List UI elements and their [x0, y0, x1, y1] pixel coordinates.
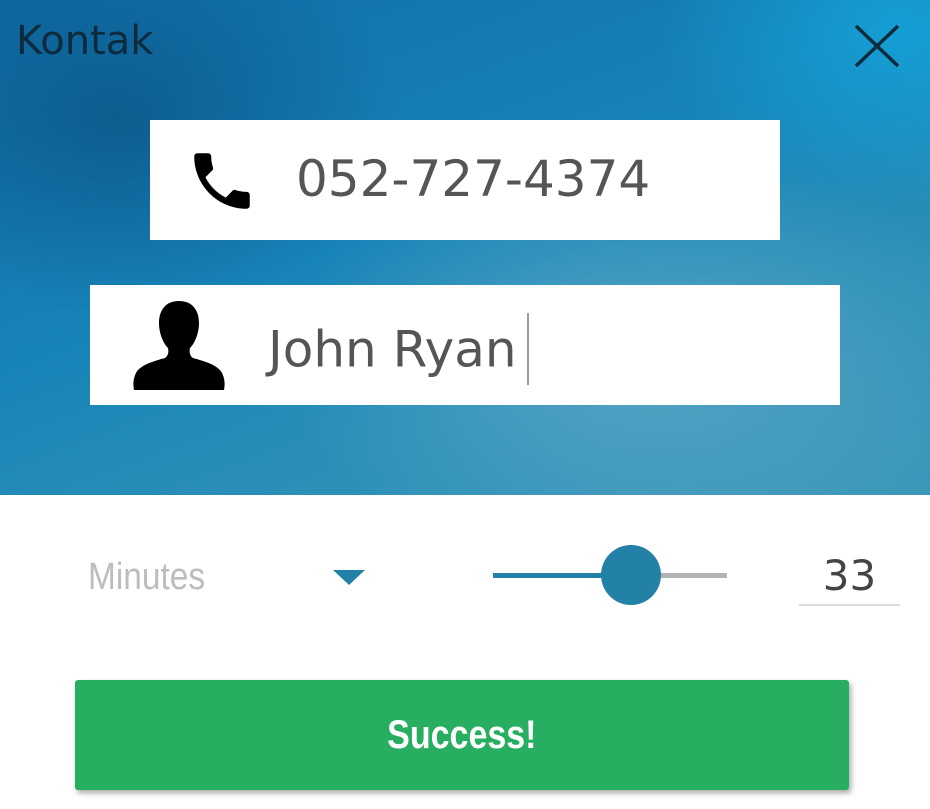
- contact-name-value: John Ryan: [268, 320, 517, 379]
- success-button-label: Success!: [387, 712, 537, 757]
- phone-field[interactable]: 052-727-4374: [150, 120, 780, 240]
- dialog-title: Kontak: [16, 18, 154, 64]
- unit-select-label[interactable]: Minutes: [88, 556, 205, 599]
- phone-icon: [194, 153, 250, 209]
- close-button[interactable]: [850, 20, 906, 72]
- person-icon: [133, 301, 225, 390]
- text-caret: [526, 313, 529, 385]
- name-field[interactable]: John Ryan: [90, 285, 840, 405]
- header-banner: Kontak 052-727-4374 John Ryan: [0, 0, 930, 495]
- close-icon: [854, 24, 900, 68]
- slider-thumb[interactable]: [601, 545, 662, 605]
- minutes-value-field[interactable]: 33: [799, 548, 900, 606]
- minutes-slider[interactable]: [493, 545, 727, 605]
- success-button[interactable]: Success!: [75, 680, 849, 790]
- contact-name-input[interactable]: John Ryan: [268, 313, 529, 389]
- phone-number-value: 052-727-4374: [296, 150, 651, 208]
- triangle-down-icon[interactable]: [333, 570, 365, 585]
